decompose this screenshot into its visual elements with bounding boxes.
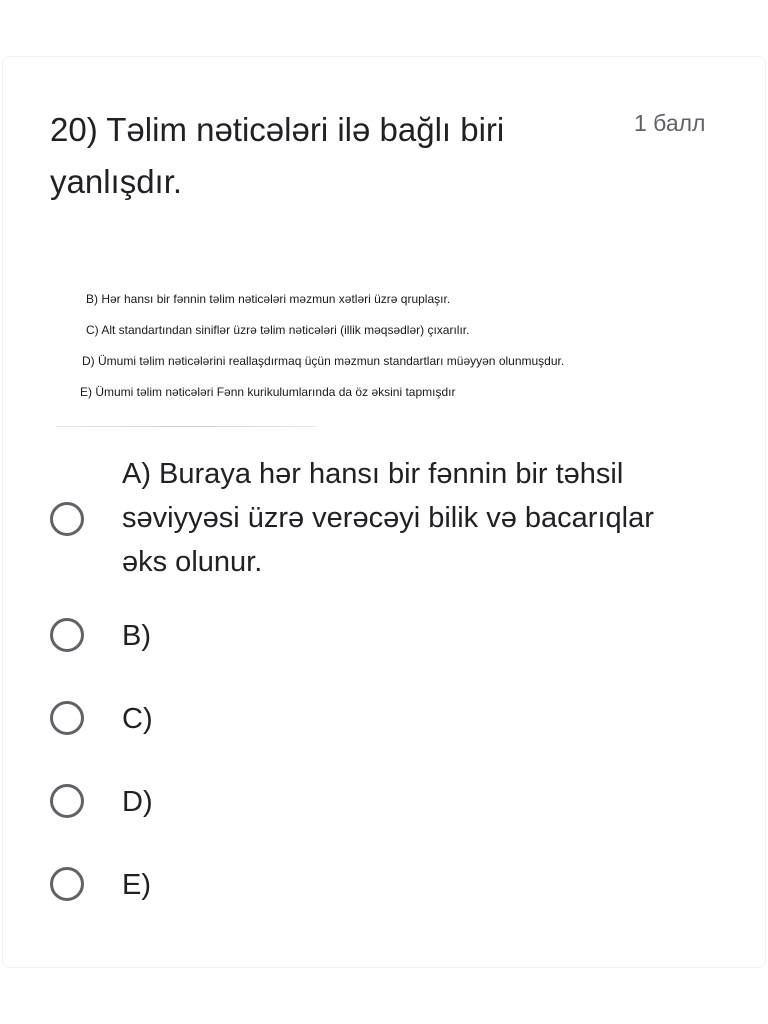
radio-button-d[interactable] xyxy=(50,784,84,818)
option-c-label[interactable]: C) xyxy=(122,697,153,741)
radio-button-e[interactable] xyxy=(50,867,84,901)
option-d[interactable]: D) xyxy=(50,782,250,822)
option-c[interactable]: C) xyxy=(50,699,250,739)
question-image-line-e: E) Ümumi təlim nəticələri Fənn kurikulum… xyxy=(80,385,456,399)
radio-button-c[interactable] xyxy=(50,701,84,735)
option-b-label[interactable]: B) xyxy=(122,614,151,658)
option-a-label[interactable]: A) Buraya hər hansı bir fənnin bir təhsi… xyxy=(122,452,692,584)
question-image: B) Hər hansı bir fənnin təlim nəticələri… xyxy=(56,282,712,432)
question-image-line-d: D) Ümumi təlim nəticələrini reallaşdırma… xyxy=(82,354,565,368)
points-label: 1 балл xyxy=(634,110,706,136)
option-a[interactable]: A) Buraya hər hansı bir fənnin bir təhsi… xyxy=(50,452,690,592)
question-title: 20) Təlim nəticələri ilə bağlı biri yanl… xyxy=(50,111,505,200)
question-image-divider xyxy=(56,426,316,427)
option-d-label[interactable]: D) xyxy=(122,780,153,824)
option-b[interactable]: B) xyxy=(50,616,250,656)
radio-button-a[interactable] xyxy=(50,502,84,536)
question-image-line-b: B) Hər hansı bir fənnin təlim nəticələri… xyxy=(86,292,451,306)
question-image-line-c: C) Alt standartından siniflər üzrə təlim… xyxy=(86,323,470,337)
option-e-label[interactable]: E) xyxy=(122,863,151,907)
option-e[interactable]: E) xyxy=(50,865,250,905)
radio-button-b[interactable] xyxy=(50,618,84,652)
